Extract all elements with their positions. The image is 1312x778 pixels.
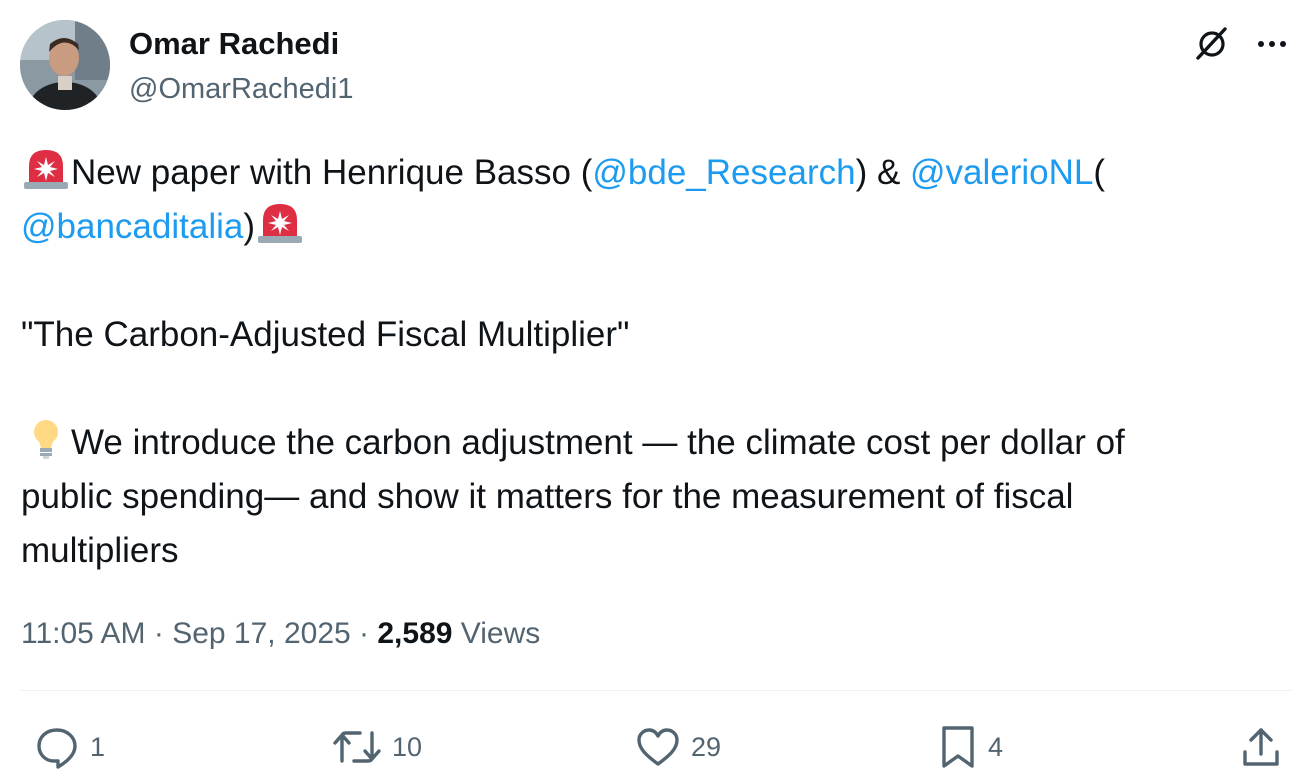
tweet-line-2-post: ) — [243, 207, 255, 246]
meta-separator: · — [145, 617, 173, 650]
tweet-line-1-post: ( — [1093, 153, 1106, 192]
tweet-line-1-text: New paper with Henrique Basso ( — [71, 153, 593, 192]
author-handle[interactable]: @OmarRachedi1 — [129, 72, 353, 106]
tweet-line-2: @bancaditalia) — [21, 200, 1281, 254]
like-button[interactable]: 29 — [635, 724, 721, 770]
paper-title: "The Carbon-Adjusted Fiscal Multiplier" — [21, 315, 630, 354]
avatar[interactable] — [20, 20, 110, 110]
rotating-light-emoji — [21, 146, 71, 190]
light-bulb-emoji — [21, 416, 71, 460]
tweet-text: New paper with Henrique Basso (@bde_Rese… — [21, 146, 1281, 578]
tweet-paragraph-line-1: We introduce the carbon adjustment — the… — [21, 416, 1281, 470]
tweet-date[interactable]: Sep 17, 2025 — [172, 617, 351, 650]
more-icon[interactable] — [1252, 26, 1292, 62]
bookmark-icon — [942, 726, 974, 768]
mention-valerionl[interactable]: @valerioNL — [910, 153, 1093, 192]
tweet-time[interactable]: 11:05 AM — [21, 617, 146, 650]
bookmark-count: 4 — [988, 731, 1004, 762]
tweet-paragraph-line-3: multipliers — [21, 531, 179, 570]
bookmark-button[interactable]: 4 — [938, 724, 1003, 770]
reply-count: 1 — [90, 731, 106, 762]
retweet-count: 10 — [392, 731, 423, 762]
tweet-card: Omar Rachedi @OmarRachedi1 New paper wit… — [0, 0, 1312, 778]
mention-bde-research[interactable]: @bde_Research — [592, 153, 855, 192]
rotating-light-emoji — [255, 200, 305, 244]
views-count[interactable]: 2,589 — [377, 617, 452, 650]
heart-icon — [637, 728, 679, 766]
tweet-meta: 11:05 AM · Sep 17, 2025 · 2,589 Views — [21, 614, 540, 654]
meta-separator: · — [350, 617, 378, 650]
views-label: Views — [452, 617, 541, 650]
grok-icon[interactable] — [1192, 24, 1232, 64]
retweet-icon — [333, 731, 381, 763]
mention-bancaditalia[interactable]: @bancaditalia — [21, 207, 243, 246]
like-count: 29 — [691, 731, 722, 762]
reply-icon — [37, 728, 77, 769]
tweet-line-1: New paper with Henrique Basso (@bde_Rese… — [21, 146, 1281, 200]
tweet-line-1-mid: ) & — [855, 153, 911, 192]
tweet-paragraph-line-2: public spending— and show it matters for… — [21, 477, 1074, 516]
tweet-paragraph-text-1: We introduce the carbon adjustment — the… — [71, 423, 1125, 462]
divider — [20, 690, 1292, 691]
share-button[interactable] — [1238, 724, 1284, 770]
author-name[interactable]: Omar Rachedi — [129, 26, 339, 62]
share-icon — [1243, 728, 1279, 766]
reply-button[interactable]: 1 — [34, 724, 105, 770]
retweet-button[interactable]: 10 — [332, 724, 422, 770]
avatar-photo — [20, 20, 110, 110]
